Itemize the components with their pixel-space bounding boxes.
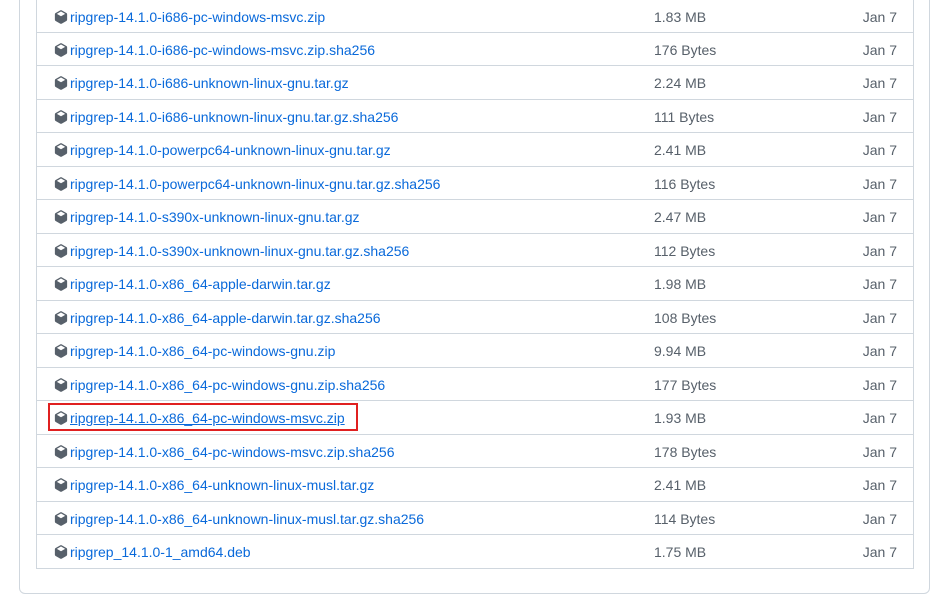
asset-date: Jan 7: [862, 477, 897, 493]
package-icon: [54, 277, 68, 291]
asset-size: 1.98 MB: [654, 276, 707, 292]
asset-size: 112 Bytes: [654, 242, 716, 259]
asset-download-link[interactable]: ripgrep-14.1.0-i686-unknown-linux-gnu.ta…: [70, 75, 349, 91]
package-icon: [54, 176, 68, 191]
package-icon: [54, 545, 68, 559]
asset-row: ripgrep_14.1.0-1_amd64.deb 1.75 MB Jan 7: [36, 535, 914, 569]
asset-download-link[interactable]: ripgrep-14.1.0-x86_64-apple-darwin.tar.g…: [70, 310, 381, 326]
asset-date: Jan 7: [862, 410, 897, 426]
asset-download-link[interactable]: ripgrep-14.1.0-x86_64-pc-windows-gnu.zip…: [70, 377, 385, 393]
asset-date: Jan 7: [862, 343, 897, 359]
asset-download-link[interactable]: ripgrep-14.1.0-i686-pc-windows-msvc.zip.…: [70, 42, 375, 58]
package-icon: [54, 210, 68, 224]
package-icon: [54, 478, 68, 492]
asset-date: Jan 7: [862, 75, 897, 91]
asset-row: ripgrep-14.1.0-x86_64-pc-windows-gnu.zip…: [36, 367, 914, 401]
package-icon: [54, 511, 68, 526]
asset-size: 116 Bytes: [654, 175, 716, 192]
asset-row: ripgrep-14.1.0-powerpc64-unknown-linux-g…: [36, 166, 914, 200]
assets-list: ripgrep-14.1.0-i686-pc-windows-msvc.zip …: [36, 0, 914, 569]
asset-download-link[interactable]: ripgrep-14.1.0-x86_64-pc-windows-gnu.zip: [70, 343, 335, 359]
asset-row: ripgrep-14.1.0-s390x-unknown-linux-gnu.t…: [36, 233, 914, 267]
asset-row: ripgrep-14.1.0-x86_64-pc-windows-msvc.zi…: [36, 401, 914, 435]
asset-download-link[interactable]: ripgrep-14.1.0-s390x-unknown-linux-gnu.t…: [70, 209, 360, 225]
asset-download-link[interactable]: ripgrep-14.1.0-x86_64-unknown-linux-musl…: [70, 511, 424, 527]
asset-row: ripgrep-14.1.0-x86_64-pc-windows-gnu.zip…: [36, 334, 914, 368]
package-icon: [54, 444, 68, 459]
asset-download-link[interactable]: ripgrep_14.1.0-1_amd64.deb: [70, 544, 251, 560]
asset-download-link[interactable]: ripgrep-14.1.0-i686-pc-windows-msvc.zip: [70, 9, 325, 25]
asset-row: ripgrep-14.1.0-s390x-unknown-linux-gnu.t…: [36, 200, 914, 234]
asset-date: Jan 7: [862, 142, 897, 158]
asset-download-link[interactable]: ripgrep-14.1.0-powerpc64-unknown-linux-g…: [70, 176, 440, 192]
asset-download-link[interactable]: ripgrep-14.1.0-powerpc64-unknown-linux-g…: [70, 142, 391, 158]
asset-date: Jan 7: [862, 209, 897, 225]
asset-size: 9.94 MB: [654, 343, 707, 359]
asset-download-link[interactable]: ripgrep-14.1.0-x86_64-apple-darwin.tar.g…: [70, 276, 331, 292]
package-icon: [54, 143, 68, 157]
asset-size: 178 Bytes: [654, 443, 717, 460]
asset-row: ripgrep-14.1.0-x86_64-unknown-linux-musl…: [36, 501, 914, 535]
package-icon: [54, 243, 68, 258]
asset-row: ripgrep-14.1.0-powerpc64-unknown-linux-g…: [36, 133, 914, 167]
asset-download-link[interactable]: ripgrep-14.1.0-i686-unknown-linux-gnu.ta…: [70, 109, 398, 125]
asset-download-link[interactable]: ripgrep-14.1.0-s390x-unknown-linux-gnu.t…: [70, 243, 409, 259]
asset-size: 2.47 MB: [654, 209, 707, 225]
asset-date: Jan 7: [862, 510, 897, 527]
asset-size: 177 Bytes: [654, 376, 717, 393]
asset-date: Jan 7: [862, 41, 897, 58]
asset-date: Jan 7: [862, 443, 897, 460]
asset-size: 176 Bytes: [654, 41, 717, 58]
package-icon: [54, 310, 68, 325]
asset-download-link[interactable]: ripgrep-14.1.0-x86_64-pc-windows-msvc.zi…: [70, 444, 395, 460]
asset-download-link[interactable]: ripgrep-14.1.0-x86_64-pc-windows-msvc.zi…: [70, 410, 345, 426]
asset-date: Jan 7: [862, 309, 897, 326]
asset-row: ripgrep-14.1.0-i686-pc-windows-msvc.zip …: [36, 0, 914, 33]
asset-date: Jan 7: [862, 376, 897, 393]
asset-size: 1.83 MB: [654, 9, 707, 25]
asset-date: Jan 7: [862, 242, 897, 259]
asset-row: ripgrep-14.1.0-x86_64-apple-darwin.tar.g…: [36, 267, 914, 301]
package-icon: [54, 76, 68, 90]
package-icon: [54, 109, 68, 124]
package-icon: [54, 377, 68, 392]
asset-size: 1.93 MB: [654, 410, 707, 426]
asset-date: Jan 7: [862, 108, 897, 125]
asset-size: 111 Bytes: [654, 108, 715, 125]
asset-size: 1.75 MB: [654, 544, 707, 560]
asset-size: 108 Bytes: [654, 309, 717, 326]
asset-row: ripgrep-14.1.0-x86_64-apple-darwin.tar.g…: [36, 300, 914, 334]
asset-size: 2.41 MB: [654, 477, 707, 493]
asset-size: 114 Bytes: [654, 510, 716, 527]
asset-date: Jan 7: [862, 276, 897, 292]
asset-size: 2.41 MB: [654, 142, 707, 158]
asset-row: ripgrep-14.1.0-x86_64-unknown-linux-musl…: [36, 468, 914, 502]
asset-date: Jan 7: [862, 175, 897, 192]
asset-row: ripgrep-14.1.0-x86_64-pc-windows-msvc.zi…: [36, 434, 914, 468]
package-icon: [54, 42, 68, 57]
asset-row: ripgrep-14.1.0-i686-pc-windows-msvc.zip.…: [36, 32, 914, 66]
package-icon: [54, 344, 68, 358]
asset-download-link[interactable]: ripgrep-14.1.0-x86_64-unknown-linux-musl…: [70, 477, 374, 493]
asset-row: ripgrep-14.1.0-i686-unknown-linux-gnu.ta…: [36, 66, 914, 100]
asset-size: 2.24 MB: [654, 75, 707, 91]
asset-date: Jan 7: [862, 9, 897, 25]
package-icon: [54, 10, 68, 24]
package-icon: [54, 411, 68, 425]
asset-row: ripgrep-14.1.0-i686-unknown-linux-gnu.ta…: [36, 99, 914, 133]
asset-date: Jan 7: [862, 544, 897, 560]
